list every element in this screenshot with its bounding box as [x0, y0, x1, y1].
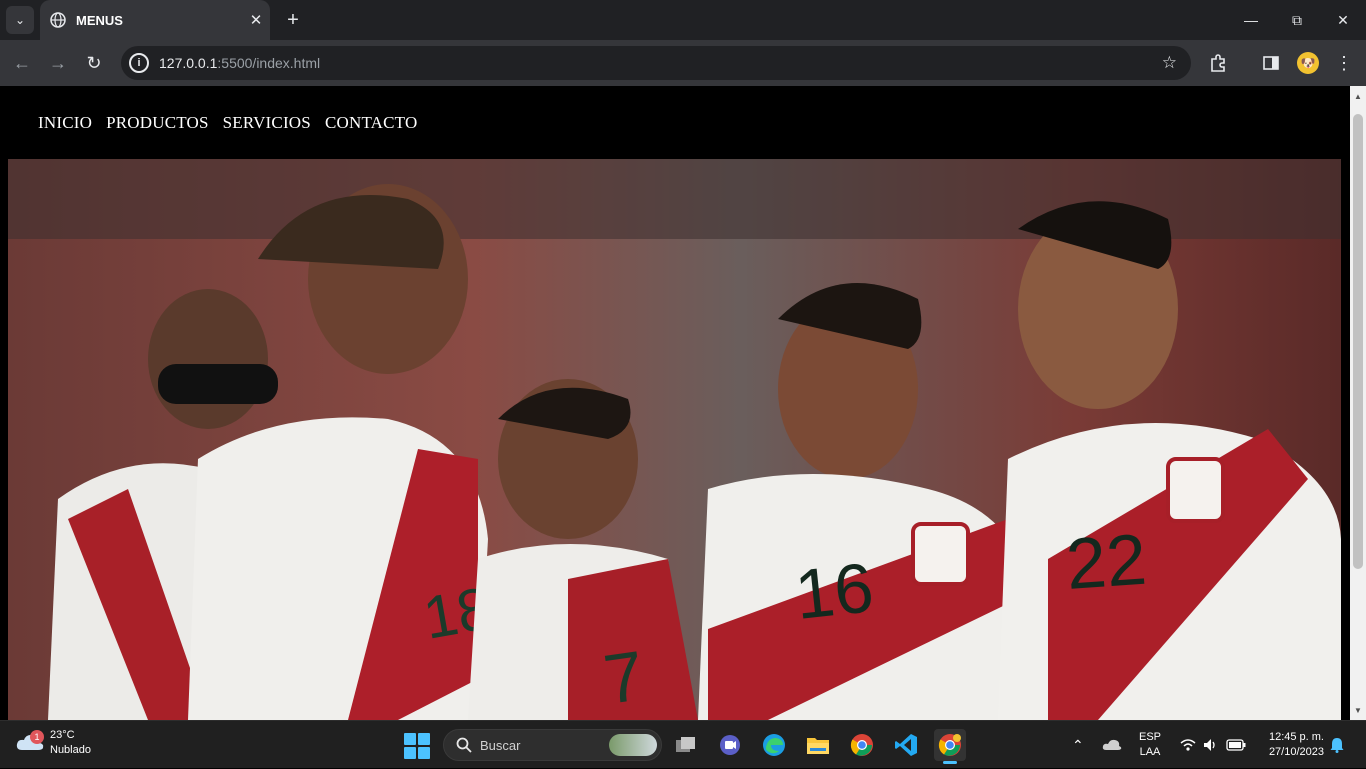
edge-browser-icon[interactable]: [758, 729, 790, 761]
weather-temp: 23°C: [50, 729, 75, 741]
extensions-icon[interactable]: [1205, 50, 1231, 76]
clock-date: 27/10/2023: [1268, 746, 1324, 758]
window-controls: — ⧉ ✕: [1228, 0, 1366, 40]
weather-badge: 1: [30, 730, 44, 744]
search-icon: [456, 737, 472, 753]
browser-tab[interactable]: MENUS ✕: [40, 0, 270, 40]
side-panel-icon[interactable]: [1258, 50, 1284, 76]
show-hidden-icons[interactable]: ⌃: [1072, 721, 1084, 769]
chevron-down-icon: ⌄: [14, 13, 26, 27]
wifi-icon[interactable]: [1180, 721, 1196, 769]
team-photo-illustration: 18 7 16 22: [8, 159, 1341, 720]
site-info-icon[interactable]: i: [129, 53, 149, 73]
file-explorer-icon[interactable]: [802, 729, 834, 761]
vscode-icon[interactable]: [890, 729, 922, 761]
cloud-icon: 1: [16, 730, 44, 754]
chevron-up-icon: ⌃: [1072, 736, 1084, 753]
svg-text:22: 22: [1064, 520, 1149, 605]
weather-desc: Nublado: [50, 744, 91, 756]
weather-widget[interactable]: 1 23°C Nublado: [16, 728, 91, 758]
browser-toolbar: ← → ↻ i 127.0.0.1:5500/index.html ☆ 🐶 ⋮: [0, 40, 1366, 86]
search-placeholder: Buscar: [480, 737, 521, 753]
close-tab-icon[interactable]: ✕: [242, 11, 270, 29]
clock-time: 12:45 p. m.: [1268, 731, 1324, 743]
restore-button[interactable]: ⧉: [1274, 0, 1320, 40]
scrollbar-thumb[interactable]: [1353, 114, 1363, 569]
svg-text:16: 16: [791, 548, 877, 634]
tab-title: MENUS: [76, 12, 123, 28]
more-menu-icon[interactable]: ⋮: [1331, 50, 1357, 76]
taskbar-search[interactable]: Buscar: [443, 729, 662, 761]
search-highlight-image: [609, 734, 657, 756]
reload-button[interactable]: ↻: [81, 50, 107, 76]
lang-code: ESP: [1138, 731, 1161, 743]
address-bar[interactable]: i 127.0.0.1:5500/index.html ☆: [121, 46, 1191, 80]
minimize-button[interactable]: —: [1228, 0, 1274, 40]
bookmark-star-icon[interactable]: ☆: [1162, 53, 1177, 73]
profile-avatar[interactable]: 🐶: [1297, 52, 1319, 74]
menu-item-inicio[interactable]: INICIO: [38, 113, 92, 133]
close-window-button[interactable]: ✕: [1320, 0, 1366, 40]
menu-item-productos[interactable]: PRODUCTOS: [106, 113, 209, 133]
back-button[interactable]: ←: [9, 50, 35, 76]
lang-layout: LAA: [1139, 746, 1161, 758]
battery-icon[interactable]: [1226, 721, 1246, 769]
system-clock[interactable]: 12:45 p. m. 27/10/2023: [1256, 730, 1324, 760]
active-app-indicator: [943, 761, 957, 764]
menu-item-contacto[interactable]: CONTACTO: [325, 113, 418, 133]
url-text: 127.0.0.1:5500/index.html: [159, 55, 321, 71]
forward-button[interactable]: →: [45, 50, 71, 76]
browser-tab-strip: ⌄ MENUS ✕ + — ⧉ ✕: [0, 0, 1366, 40]
page-viewport: INICIO PRODUCTOS SERVICIOS CONTACTO 18 7…: [8, 86, 1341, 720]
chrome-icon[interactable]: [846, 729, 878, 761]
windows-taskbar: 1 23°C Nublado Buscar ⌃ ESP LAA 12:45 p.…: [0, 720, 1366, 768]
menu-item-servicios[interactable]: SERVICIOS: [223, 113, 311, 133]
onedrive-icon[interactable]: [1102, 721, 1122, 769]
hero-image: 18 7 16 22: [8, 159, 1341, 720]
start-button[interactable]: [404, 733, 430, 759]
scroll-down-arrow-icon[interactable]: ▼: [1350, 702, 1366, 718]
chrome-profile-icon[interactable]: [934, 729, 966, 764]
language-indicator[interactable]: ESP LAA: [1138, 730, 1162, 760]
globe-icon: [50, 12, 66, 28]
volume-icon[interactable]: [1203, 721, 1219, 769]
tab-search-button[interactable]: ⌄: [6, 6, 34, 34]
teams-meet-icon[interactable]: [714, 729, 746, 761]
new-tab-button[interactable]: +: [280, 7, 306, 33]
main-menu: INICIO PRODUCTOS SERVICIOS CONTACTO: [8, 86, 1341, 159]
scroll-up-arrow-icon[interactable]: ▲: [1350, 88, 1366, 104]
page-scrollbar[interactable]: ▲ ▼: [1350, 86, 1366, 720]
task-view-icon[interactable]: [670, 729, 702, 761]
notification-bell-icon[interactable]: [1330, 721, 1344, 769]
